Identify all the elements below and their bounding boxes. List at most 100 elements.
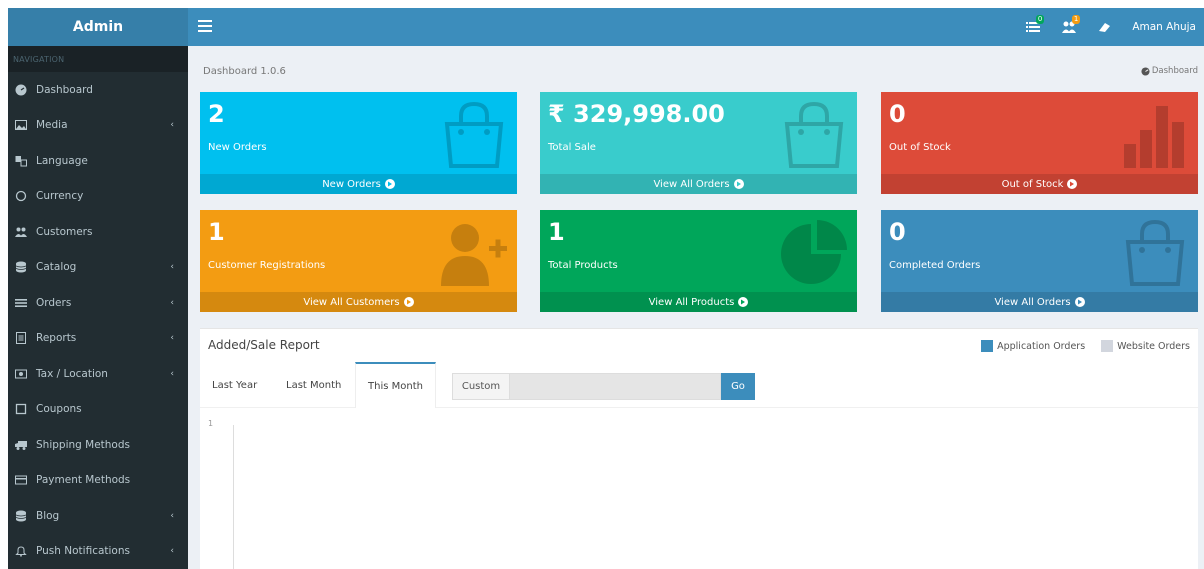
stat-footer-link[interactable]: View All Orders [881, 292, 1198, 312]
stat-box-total-products: 1 Total Products View All Products [540, 210, 857, 312]
arrow-circle-right-icon [1074, 297, 1085, 307]
report-legend: Application Orders Website Orders [965, 340, 1190, 352]
legend-swatch [1101, 340, 1114, 352]
orders-notification-button[interactable]: 0 [1020, 15, 1046, 37]
eraser-button[interactable] [1092, 17, 1118, 37]
sidebar-item-coupons[interactable]: Coupons [8, 392, 188, 428]
stat-footer-label: Out of Stock [1001, 178, 1064, 190]
stat-label: Customer Registrations [208, 260, 326, 271]
orders-badge: 0 [1035, 15, 1045, 24]
sidebar-item-label: Customers [36, 225, 93, 238]
go-button[interactable]: Go [721, 373, 755, 400]
main-content: Dashboard 1.0.6 Dashboard 2 New Orders New… [188, 46, 1204, 569]
sidebar-item-shipping-methods[interactable]: Shipping Methods [8, 427, 188, 463]
circle-icon [14, 190, 28, 202]
y-axis-tick: 1 [208, 419, 214, 428]
stat-footer-link[interactable]: View All Products [540, 292, 857, 312]
sidebar-item-label: Blog [36, 509, 60, 522]
stat-label: Total Products [548, 260, 618, 271]
stat-value: ₹ 329,998.00 [548, 100, 725, 128]
sidebar-item-label: Orders [36, 296, 72, 309]
stat-footer-label: New Orders [322, 178, 381, 190]
customers-notification-button[interactable]: 1 [1056, 15, 1082, 37]
sidebar-item-language[interactable]: Language [8, 143, 188, 179]
stat-value: 0 [889, 218, 906, 246]
sidebar-item-catalog[interactable]: Catalog ‹ [8, 250, 188, 286]
menu-toggle-icon[interactable] [198, 20, 212, 34]
stat-footer-link[interactable]: Out of Stock [881, 174, 1198, 194]
stat-footer-label: View All Products [648, 296, 735, 308]
sidebar-item-label: Language [36, 154, 88, 167]
shopping-bag-icon [779, 100, 849, 170]
stat-label: Total Sale [548, 142, 596, 153]
navbar-right: 0 1 Aman Ahuja [1020, 8, 1196, 46]
users-icon [14, 226, 28, 238]
legend-swatch [981, 340, 994, 352]
user-menu[interactable]: Aman Ahuja [1132, 21, 1196, 33]
sidebar-item-media[interactable]: Media ‹ [8, 108, 188, 144]
square-icon [14, 403, 28, 415]
stat-label: New Orders [208, 142, 267, 153]
legend-item: Website Orders [1101, 340, 1190, 352]
breadcrumb[interactable]: Dashboard [1141, 66, 1198, 76]
map-marker-icon [14, 368, 28, 380]
stat-value: 1 [208, 218, 225, 246]
sidebar-item-label: Push Notifications [36, 545, 130, 558]
file-icon [14, 332, 28, 345]
sidebar-item-orders[interactable]: Orders ‹ [8, 285, 188, 321]
sidebar-item-customers[interactable]: Customers [8, 214, 188, 250]
language-icon [14, 155, 28, 167]
top-navbar: 0 1 Aman Ahuja [188, 8, 1204, 46]
sidebar-item-dashboard[interactable]: Dashboard [8, 72, 188, 108]
sidebar-item-push-notifications[interactable]: Push Notifications ‹ [8, 534, 188, 569]
tab-this-month[interactable]: This Month [355, 362, 436, 408]
dashboard-icon [14, 84, 28, 96]
sidebar-item-payment-methods[interactable]: Payment Methods [8, 463, 188, 499]
stat-footer-link[interactable]: View All Customers [200, 292, 517, 312]
sidebar-item-currency[interactable]: Currency [8, 179, 188, 215]
chevron-left-icon: ‹ [170, 546, 174, 557]
tab-last-month[interactable]: Last Month [274, 362, 353, 408]
stat-footer-label: View All Orders [994, 296, 1071, 308]
stat-label: Out of Stock [889, 142, 951, 153]
sidebar-item-label: Coupons [36, 403, 82, 416]
sidebar-item-label: Payment Methods [36, 474, 131, 487]
y-axis [233, 425, 234, 569]
arrow-circle-right-icon [384, 179, 395, 189]
stat-box-out-of-stock: 0 Out of Stock Out of Stock [881, 92, 1198, 194]
chevron-left-icon: ‹ [170, 297, 174, 308]
breadcrumb-label: Dashboard [1151, 66, 1198, 76]
shopping-bag-icon [1120, 218, 1190, 288]
arrow-circle-right-icon [738, 297, 749, 307]
stat-footer-link[interactable]: View All Orders [540, 174, 857, 194]
chevron-left-icon: ‹ [170, 262, 174, 273]
stat-value: 1 [548, 218, 565, 246]
database-icon [14, 261, 28, 273]
tab-last-year[interactable]: Last Year [200, 362, 269, 408]
custom-range-group: Custom Go [452, 373, 755, 400]
chevron-left-icon: ‹ [170, 120, 174, 131]
stat-footer-label: View All Customers [303, 296, 400, 308]
stat-box-new-orders: 2 New Orders New Orders [200, 92, 517, 194]
truck-icon [14, 439, 28, 451]
customers-badge: 1 [1071, 15, 1081, 24]
arrow-circle-right-icon [733, 179, 744, 189]
sidebar-item-label: Catalog [36, 261, 77, 274]
stat-value: 0 [889, 100, 906, 128]
sidebar-item-tax-location[interactable]: Tax / Location ‹ [8, 356, 188, 392]
chevron-left-icon: ‹ [170, 368, 174, 379]
sidebar: Admin NAVIGATION Dashboard Media ‹ Language… [8, 8, 188, 569]
stat-footer-link[interactable]: New Orders [200, 174, 517, 194]
stat-box-customer-registrations: 1 Customer Registrations View All Customer… [200, 210, 517, 312]
arrow-circle-right-icon [1067, 179, 1078, 189]
sidebar-item-blog[interactable]: Blog ‹ [8, 498, 188, 534]
custom-range-input[interactable] [510, 373, 721, 400]
chevron-left-icon: ‹ [170, 510, 174, 521]
bell-icon [14, 545, 28, 557]
sidebar-item-reports[interactable]: Reports ‹ [8, 321, 188, 357]
bar-chart-icon [1120, 100, 1190, 170]
custom-range-label: Custom [452, 373, 510, 400]
app-logo[interactable]: Admin [8, 8, 188, 46]
report-title: Added/Sale Report [208, 338, 320, 352]
report-chart: 1 [208, 417, 1193, 569]
